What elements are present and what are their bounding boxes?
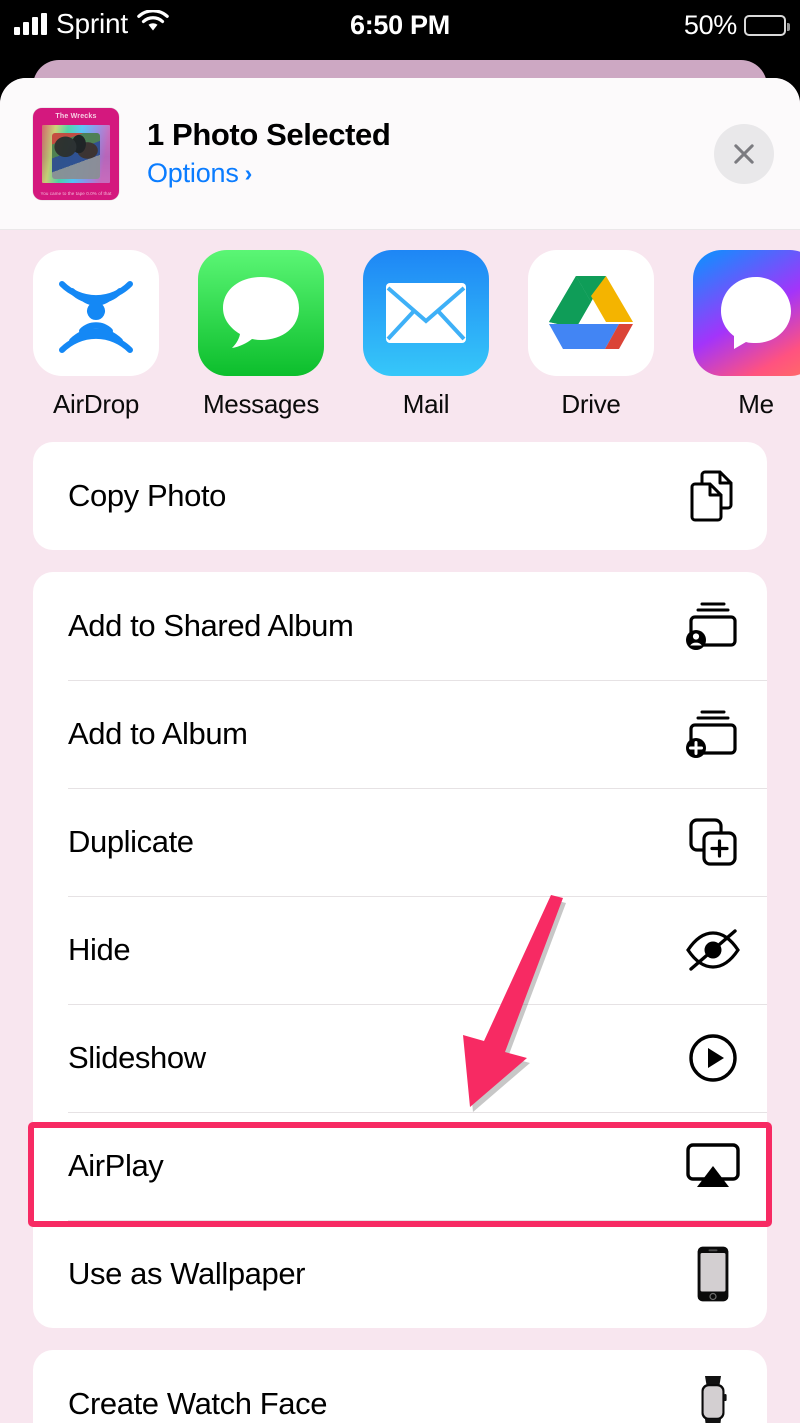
- play-circle-icon: [685, 1030, 741, 1086]
- duplicate-icon: [685, 814, 741, 870]
- action-label: Slideshow: [68, 1040, 206, 1075]
- iphone-screen: Sprint 6:50 PM 50% The Wrecks You came t…: [0, 0, 800, 1423]
- mail-icon: [363, 250, 489, 376]
- share-target-airdrop[interactable]: AirDrop: [33, 250, 159, 420]
- action-label: Copy Photo: [68, 478, 226, 513]
- clock: 6:50 PM: [350, 10, 450, 40]
- action-row-create-watch-face[interactable]: Create Watch Face: [33, 1350, 767, 1423]
- share-target-mail[interactable]: Mail: [363, 250, 489, 420]
- action-cards: Copy Photo Add to Shared Album Add to Al…: [0, 442, 800, 1423]
- share-target-label: Me: [738, 389, 774, 419]
- action-card-copy: Copy Photo: [33, 442, 767, 550]
- action-row-duplicate[interactable]: Duplicate: [33, 788, 767, 896]
- google-drive-icon: [528, 250, 654, 376]
- close-icon: [734, 143, 754, 164]
- share-target-label: Messages: [202, 389, 320, 419]
- thumbnail-artist-label: The Wrecks: [55, 112, 97, 120]
- action-row-airplay[interactable]: AirPlay: [33, 1112, 767, 1220]
- action-row-hide[interactable]: Hide: [33, 896, 767, 1004]
- action-row-use-as-wallpaper[interactable]: Use as Wallpaper: [33, 1220, 767, 1328]
- share-target-messages[interactable]: Messages: [198, 250, 324, 420]
- options-button[interactable]: Options ›: [147, 158, 252, 189]
- action-row-add-to-album[interactable]: Add to Album: [33, 680, 767, 788]
- action-label: Add to Shared Album: [68, 608, 354, 643]
- action-card-photo-actions: Add to Shared Album Add to Album Duplica…: [33, 572, 767, 1328]
- share-target-messenger[interactable]: Me: [693, 250, 800, 420]
- status-bar: Sprint 6:50 PM 50%: [0, 0, 800, 60]
- action-label: Create Watch Face: [68, 1386, 328, 1421]
- share-sheet: The Wrecks You came to the tape 0.0% of …: [0, 78, 800, 1423]
- messenger-icon: [693, 250, 800, 376]
- battery-icon: [744, 15, 790, 36]
- action-label: Hide: [68, 932, 131, 967]
- selection-title: 1 Photo Selected: [147, 116, 391, 152]
- copy-icon: [685, 468, 741, 524]
- airplay-icon: [685, 1138, 741, 1194]
- photo-thumbnail[interactable]: The Wrecks You came to the tape 0.0% of …: [33, 107, 119, 200]
- thumbnail-caption-label: You came to the tape 0.0% of that: [40, 190, 112, 196]
- share-target-label: AirDrop: [52, 389, 140, 419]
- airdrop-icon: [33, 250, 159, 376]
- thumbnail-artwork: [42, 124, 110, 183]
- action-row-slideshow[interactable]: Slideshow: [33, 1004, 767, 1112]
- action-label: Add to Album: [68, 716, 248, 751]
- hide-eye-icon: [685, 922, 741, 978]
- shared-album-icon: [685, 598, 741, 654]
- share-target-label: Drive: [561, 389, 621, 419]
- share-sheet-header-text: 1 Photo Selected Options ›: [147, 116, 714, 190]
- share-targets-row[interactable]: AirDrop Messages Mail Drive Me: [0, 230, 800, 442]
- action-row-add-to-shared-album[interactable]: Add to Shared Album: [33, 572, 767, 680]
- status-bar-right: 50%: [683, 10, 790, 41]
- action-label: AirPlay: [68, 1148, 164, 1183]
- close-button[interactable]: [714, 123, 774, 184]
- chevron-right-icon: ›: [244, 160, 253, 187]
- action-label: Use as Wallpaper: [68, 1256, 306, 1291]
- apple-watch-icon: [685, 1376, 741, 1423]
- iphone-icon: [685, 1246, 741, 1302]
- share-sheet-header: The Wrecks You came to the tape 0.0% of …: [0, 78, 800, 230]
- battery-percent-label: 50%: [683, 10, 737, 40]
- options-label: Options: [147, 158, 239, 189]
- share-target-label: Mail: [402, 389, 450, 419]
- messages-icon: [198, 250, 324, 376]
- add-album-icon: [685, 706, 741, 762]
- action-row-copy-photo[interactable]: Copy Photo: [33, 442, 767, 550]
- action-card-watch: Create Watch Face: [33, 1350, 767, 1423]
- share-target-drive[interactable]: Drive: [528, 250, 654, 420]
- action-label: Duplicate: [68, 824, 194, 859]
